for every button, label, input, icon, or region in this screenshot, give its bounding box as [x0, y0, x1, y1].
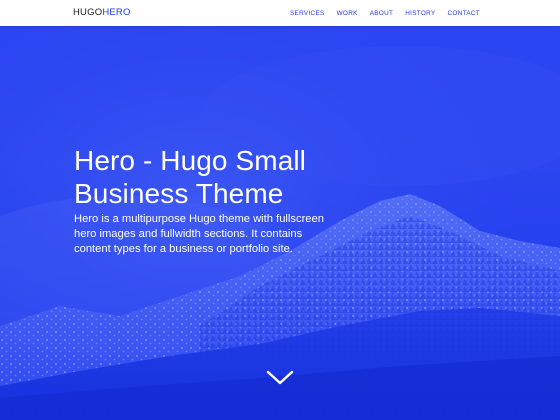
chevron-down-icon[interactable] [266, 370, 294, 386]
hero-title: Hero - Hugo Small Business Theme [74, 145, 307, 209]
nav-link-work[interactable]: WORK [337, 9, 358, 18]
brand-logo-part2: HERO [102, 7, 131, 18]
main-nav: SERVICES WORK ABOUT HISTORY CONTACT [278, 9, 480, 18]
nav-link-services[interactable]: SERVICES [290, 9, 325, 18]
brand-logo[interactable]: HUGOHERO [73, 7, 131, 19]
nav-link-about[interactable]: ABOUT [370, 9, 394, 18]
page: HUGOHERO SERVICES WORK ABOUT HISTORY CON… [0, 0, 560, 420]
hero-description: Hero is a multipurpose Hugo theme with f… [74, 213, 324, 255]
brand-logo-part1: HUGO [73, 7, 103, 18]
nav-link-contact[interactable]: CONTACT [447, 9, 480, 18]
nav-link-history[interactable]: HISTORY [405, 9, 435, 18]
hero-section: Hero - Hugo Small Business Theme Hero is… [0, 26, 560, 420]
top-navbar: HUGOHERO SERVICES WORK ABOUT HISTORY CON… [0, 0, 560, 26]
